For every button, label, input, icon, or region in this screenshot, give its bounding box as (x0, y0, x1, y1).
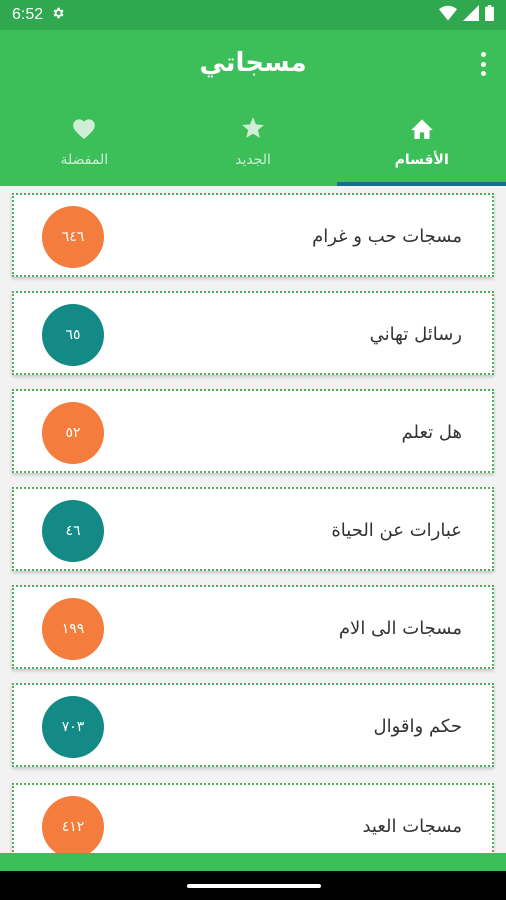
category-name: مسجات العيد (362, 816, 462, 837)
category-name: عبارات عن الحياة (331, 520, 462, 541)
cell-signal-icon (463, 5, 479, 25)
category-name: هل تعلم (401, 422, 462, 443)
star-icon (240, 114, 266, 142)
tab-sections-label: الأقسام (394, 152, 449, 168)
heart-icon (71, 114, 97, 142)
tab-new[interactable]: الجديد (169, 110, 338, 186)
category-card[interactable]: رسائل تهاني ٦٥ (12, 291, 494, 375)
category-card[interactable]: مسجات حب و غرام ٦٤٦ (12, 193, 494, 277)
battery-icon (485, 5, 494, 25)
tab-new-label: الجديد (235, 152, 271, 168)
system-nav-bar (0, 871, 506, 900)
tab-bar: المفضلة الجديد الأقسام (0, 110, 506, 186)
home-gesture-handle[interactable] (187, 884, 321, 888)
status-bar: 6:52 (0, 0, 506, 30)
category-card[interactable]: مسجات الى الام ١٩٩ (12, 585, 494, 669)
count-badge: ٦٤٦ (42, 206, 104, 268)
app-title: مسجاتي (199, 48, 307, 78)
count-badge: ٤٦ (42, 500, 104, 562)
count-badge: ٧٠٣ (42, 696, 104, 758)
tab-sections[interactable]: الأقسام (337, 110, 506, 186)
overflow-menu-icon[interactable] (478, 52, 488, 76)
count-badge: ٤١٢ (42, 796, 104, 853)
category-name: حكم واقوال (373, 716, 462, 737)
app-bar: مسجاتي المفضلة الجديد الأقسام (0, 30, 506, 186)
home-icon (409, 114, 435, 142)
category-name: مسجات الى الام (338, 618, 462, 639)
category-list[interactable]: مسجات حب و غرام ٦٤٦ رسائل تهاني ٦٥ هل تع… (0, 186, 506, 853)
count-badge: ٦٥ (42, 304, 104, 366)
count-badge: ١٩٩ (42, 598, 104, 660)
count-badge: ٥٢ (42, 402, 104, 464)
settings-status-icon (51, 6, 65, 24)
bottom-banner (0, 853, 506, 871)
category-name: رسائل تهاني (369, 324, 462, 345)
status-time: 6:52 (12, 6, 44, 23)
category-card[interactable]: حكم واقوال ٧٠٣ (12, 683, 494, 767)
category-card[interactable]: عبارات عن الحياة ٤٦ (12, 487, 494, 571)
wifi-icon (439, 5, 457, 25)
tab-favorites-label: المفضلة (60, 152, 109, 168)
tab-favorites[interactable]: المفضلة (0, 110, 169, 186)
category-card[interactable]: مسجات العيد ٤١٢ (12, 783, 494, 853)
category-name: مسجات حب و غرام (312, 226, 462, 247)
category-card[interactable]: هل تعلم ٥٢ (12, 389, 494, 473)
